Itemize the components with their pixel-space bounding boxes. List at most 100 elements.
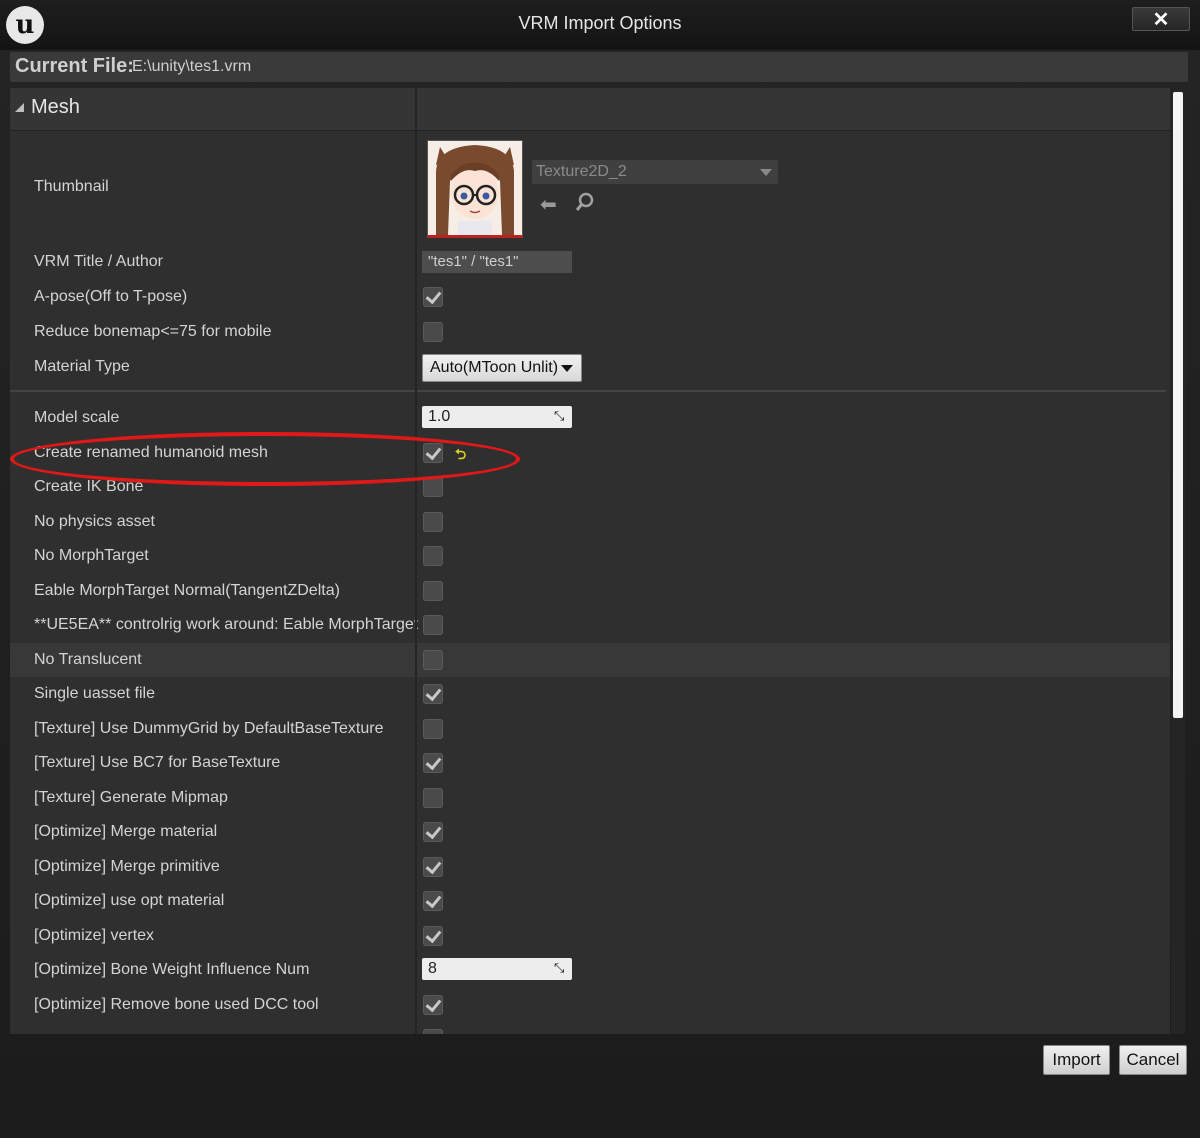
- checkbox[interactable]: [423, 1029, 443, 1034]
- window-title: VRM Import Options: [518, 13, 682, 33]
- checkbox[interactable]: [423, 684, 443, 704]
- text-field[interactable]: "tes1" / "tes1": [422, 251, 572, 273]
- checkbox[interactable]: [423, 287, 443, 307]
- current-file-path: E:\unity\tes1.vrm: [132, 58, 252, 75]
- close-button[interactable]: ✕: [1132, 7, 1190, 31]
- setting-label: [Optimize] Merge primitive: [34, 857, 220, 875]
- close-icon: ✕: [1152, 8, 1170, 31]
- spin-value: 8: [428, 960, 437, 977]
- setting-label: Material Type: [34, 358, 130, 375]
- dialog-buttons: Import Cancel: [0, 1040, 1200, 1080]
- scrollbar[interactable]: [1171, 90, 1185, 1034]
- setting-row-optimize-merge-material: [Optimize] Merge material: [10, 815, 1170, 849]
- checkbox[interactable]: [423, 649, 443, 670]
- thumbnail-row: Thumbnail Texture2D_2 ⬅: [10, 130, 1170, 240]
- checkbox[interactable]: [423, 718, 443, 739]
- column-divider[interactable]: [415, 88, 417, 1034]
- setting-row-empty: [10, 1022, 1170, 1034]
- checkbox[interactable]: [423, 822, 443, 842]
- setting-row-ue5ea-controlrig-work-around-eable-morphtarget: **UE5EA** controlrig work around: Eable …: [10, 608, 1170, 642]
- category-mesh[interactable]: Mesh: [10, 88, 1170, 131]
- setting-row-eable-morphtarget-normal-tangentzdelta: Eable MorphTarget Normal(TangentZDelta): [10, 574, 1170, 608]
- current-file-bar: Current File: E:\unity\tes1.vrm: [10, 52, 1188, 82]
- checkbox[interactable]: [423, 891, 443, 911]
- setting-label: Model scale: [34, 409, 120, 426]
- setting-label: No physics asset: [34, 512, 155, 530]
- use-selected-arrow-icon[interactable]: ⬅: [540, 192, 557, 217]
- setting-label: [Optimize] use opt material: [34, 892, 225, 909]
- numeric-spin-box[interactable]: 1.0 ⤡: [422, 406, 572, 428]
- setting-row-material-type: Material Type Auto(MToon Unlit): [10, 350, 1170, 384]
- setting-row-vrm-title-author: VRM Title / Author "tes1" / "tes1": [10, 245, 1170, 279]
- text-field-value: "tes1" / "tes1": [428, 253, 519, 270]
- setting-row-model-scale: Model scale 1.0 ⤡: [10, 401, 1170, 435]
- setting-row-texture-use-bc7-for-basetexture: [Texture] Use BC7 for BaseTexture: [10, 746, 1170, 780]
- setting-label: [Optimize] Bone Weight Influence Num: [34, 961, 310, 978]
- setting-label: [Texture] Generate Mipmap: [34, 788, 228, 806]
- checkbox[interactable]: [423, 994, 443, 1015]
- checkbox[interactable]: [423, 753, 443, 773]
- collapse-arrow-icon[interactable]: [15, 103, 24, 112]
- setting-row-texture-use-dummygrid-by-defaultbasetexture: [Texture] Use DummyGrid by DefaultBaseTe…: [10, 712, 1170, 746]
- highlight-annotation-ring: [10, 432, 520, 486]
- checkbox[interactable]: [423, 925, 443, 946]
- setting-row-optimize-remove-bone-used-dcc-tool: [Optimize] Remove bone used DCC tool: [10, 988, 1170, 1022]
- setting-label: **UE5EA** controlrig work around: Eable …: [34, 616, 419, 633]
- section-separator: [10, 390, 1166, 392]
- thumbnail-asset-name: Texture2D_2: [536, 163, 627, 180]
- details-panel: Mesh Thumbnail Texture2D_2 ⬅ VRM Title /…: [10, 88, 1170, 1034]
- chevron-down-icon: [760, 169, 772, 176]
- thumbnail-image[interactable]: [427, 140, 523, 238]
- setting-row-texture-generate-mipmap: [Texture] Generate Mipmap: [10, 781, 1170, 815]
- setting-label: Eable MorphTarget Normal(TangentZDelta): [34, 581, 340, 599]
- import-dialog: u VRM Import Options ✕ Current File: E:\…: [0, 0, 1200, 1138]
- checkbox[interactable]: [423, 322, 443, 342]
- checkbox[interactable]: [423, 477, 443, 497]
- checkbox[interactable]: [423, 856, 443, 877]
- setting-label: [Optimize] Merge material: [34, 823, 218, 840]
- setting-row-single-uasset-file: Single uasset file: [10, 677, 1170, 711]
- magnifier-icon: [575, 192, 594, 211]
- spin-value: 1.0: [428, 408, 451, 425]
- setting-label: [Optimize] vertex: [34, 926, 155, 944]
- setting-row-no-translucent: No Translucent: [10, 642, 1170, 677]
- setting-row-no-morphtarget: No MorphTarget: [10, 539, 1170, 573]
- setting-row-optimize-bone-weight-influence-num: [Optimize] Bone Weight Influence Num 8 ⤡: [10, 953, 1170, 987]
- setting-label: Reduce bonemap<=75 for mobile: [34, 323, 272, 340]
- setting-label: VRM Title / Author: [34, 253, 163, 270]
- setting-row-optimize-use-opt-material: [Optimize] use opt material: [10, 884, 1170, 918]
- thumbnail-asset-dropdown[interactable]: Texture2D_2: [532, 160, 778, 184]
- thumbnail-label: Thumbnail: [34, 178, 109, 195]
- avatar-thumbnail-icon: [428, 141, 522, 235]
- checkbox[interactable]: [423, 511, 443, 532]
- title-bar[interactable]: u VRM Import Options ✕: [0, 0, 1200, 50]
- numeric-spin-box[interactable]: 8 ⤡: [422, 958, 572, 980]
- setting-label: A-pose(Off to T-pose): [34, 288, 188, 305]
- scrollbar-thumb[interactable]: [1173, 92, 1183, 718]
- dropdown-value: Auto(MToon Unlit): [430, 359, 559, 376]
- current-file-label: Current File:: [15, 55, 134, 77]
- material-type-dropdown[interactable]: Auto(MToon Unlit): [422, 354, 582, 382]
- setting-label: No MorphTarget: [34, 547, 149, 564]
- setting-label: Single uasset file: [34, 685, 155, 702]
- import-button[interactable]: Import: [1043, 1045, 1110, 1075]
- setting-label: [Optimize] Remove bone used DCC tool: [34, 995, 319, 1013]
- cancel-button[interactable]: Cancel: [1119, 1045, 1187, 1075]
- checkbox[interactable]: [423, 615, 443, 635]
- setting-row-optimize-merge-primitive: [Optimize] Merge primitive: [10, 850, 1170, 884]
- setting-label: [Texture] Use DummyGrid by DefaultBaseTe…: [34, 719, 384, 737]
- search-icon[interactable]: [575, 192, 595, 218]
- setting-row-reduce-bonemap-75-for-mobile: Reduce bonemap<=75 for mobile: [10, 315, 1170, 349]
- setting-label: No Translucent: [34, 650, 142, 668]
- setting-row-no-physics-asset: No physics asset: [10, 505, 1170, 539]
- setting-label: [Texture] Use BC7 for BaseTexture: [34, 754, 281, 771]
- category-label: Mesh: [31, 96, 80, 118]
- chevron-down-icon: [561, 365, 573, 372]
- setting-row-optimize-vertex: [Optimize] vertex: [10, 919, 1170, 953]
- drag-resize-icon: ⤡: [554, 408, 565, 423]
- checkbox[interactable]: [423, 546, 443, 566]
- setting-row-a-pose-off-to-t-pose: A-pose(Off to T-pose): [10, 280, 1170, 314]
- checkbox[interactable]: [423, 787, 443, 808]
- checkbox[interactable]: [423, 580, 443, 601]
- drag-resize-icon: ⤡: [554, 960, 565, 975]
